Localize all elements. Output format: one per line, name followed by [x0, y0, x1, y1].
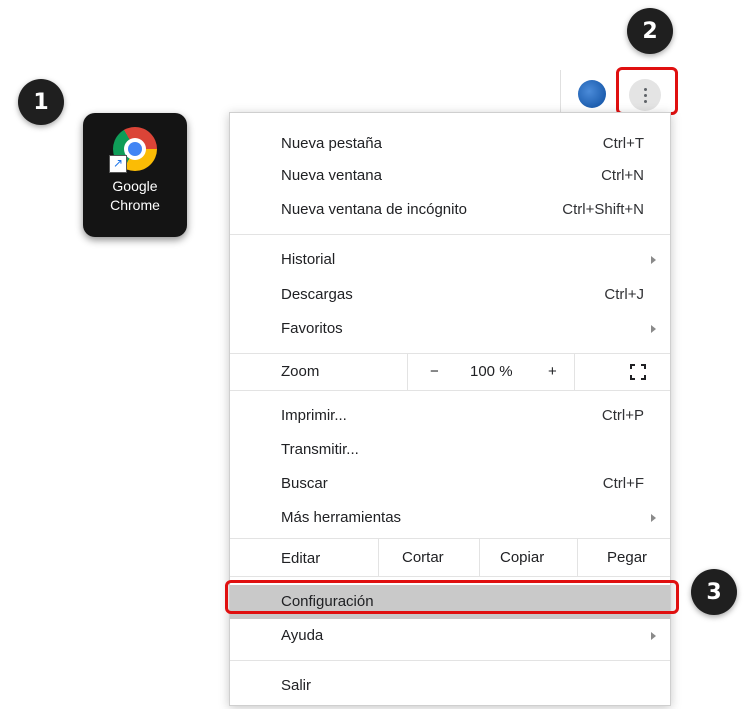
zoom-in-button[interactable]: + [548, 363, 557, 380]
menu-item-historial[interactable]: Historial [230, 243, 670, 277]
menu-item-nueva-ventana[interactable]: Nueva ventana Ctrl+N [230, 159, 670, 193]
submenu-arrow-icon [651, 632, 656, 640]
zoom-divider [407, 354, 408, 390]
menu-item-nueva-ventana-incognito[interactable]: Nueva ventana de incógnito Ctrl+Shift+N [230, 193, 670, 227]
step-3-badge: 3 [691, 569, 737, 615]
step-1-badge: 1 [18, 79, 64, 125]
shortcut-arrow-icon: ↗ [109, 155, 127, 173]
edit-divider [577, 538, 578, 576]
edit-divider [378, 538, 379, 576]
zoom-row: Zoom − 100 % + [230, 354, 670, 390]
menu-item-shortcut: Ctrl+P [601, 407, 644, 424]
menu-item-label: Buscar [281, 475, 328, 492]
zoom-value: 100 % [470, 363, 513, 380]
menu-separator [230, 390, 670, 391]
edit-row: Editar Cortar Copiar Pegar [230, 538, 670, 576]
copy-button[interactable]: Copiar [500, 549, 544, 566]
menu-item-shortcut: Ctrl+T [602, 135, 644, 152]
menu-item-favoritos[interactable]: Favoritos [230, 312, 670, 346]
menu-item-imprimir[interactable]: Imprimir... Ctrl+P [230, 399, 670, 433]
edit-divider [479, 538, 480, 576]
menu-separator [230, 234, 670, 235]
step-2-badge: 2 [627, 8, 673, 54]
menu-item-label: Más herramientas [281, 509, 402, 526]
desktop-shortcut-label: Google Chrome [110, 178, 160, 213]
chrome-logo-icon: ↗ [109, 127, 157, 173]
chrome-main-menu: Nueva pestaña Ctrl+T Nueva ventana Ctrl+… [229, 112, 671, 706]
menu-item-shortcut: Ctrl+N [601, 167, 644, 184]
menu-item-transmitir[interactable]: Transmitir... [230, 433, 670, 467]
menu-item-mas-herramientas[interactable]: Más herramientas [230, 501, 670, 535]
menu-item-descargas[interactable]: Descargas Ctrl+J [230, 278, 670, 312]
zoom-out-button[interactable]: − [430, 363, 439, 380]
zoom-divider [574, 354, 575, 390]
menu-item-nueva-pestana[interactable]: Nueva pestaña Ctrl+T [230, 127, 670, 161]
submenu-arrow-icon [651, 514, 656, 522]
submenu-arrow-icon [651, 325, 656, 333]
chrome-desktop-shortcut[interactable]: ↗ Google Chrome [83, 113, 187, 237]
kebab-highlight-box [616, 67, 678, 115]
menu-item-label: Transmitir... [281, 441, 359, 458]
menu-separator [230, 660, 670, 661]
menu-item-ayuda[interactable]: Ayuda [230, 619, 670, 653]
menu-item-buscar[interactable]: Buscar Ctrl+F [230, 467, 670, 501]
submenu-arrow-icon [651, 256, 656, 264]
menu-item-label: Ayuda [281, 627, 324, 644]
menu-item-shortcut: Ctrl+Shift+N [562, 201, 644, 218]
configuracion-highlight-box [225, 580, 679, 614]
cut-button[interactable]: Cortar [402, 549, 444, 566]
menu-item-label: Nueva ventana de incógnito [281, 201, 467, 218]
menu-item-shortcut: Ctrl+J [604, 286, 644, 303]
menu-item-label: Historial [281, 251, 336, 268]
menu-item-label: Descargas [281, 286, 353, 303]
menu-item-salir[interactable]: Salir [230, 669, 670, 703]
menu-item-label: Salir [281, 677, 312, 694]
menu-item-label: Favoritos [281, 320, 343, 337]
fullscreen-icon[interactable] [630, 364, 646, 380]
paste-button[interactable]: Pegar [607, 549, 647, 566]
profile-avatar-icon[interactable] [578, 80, 606, 108]
menu-item-label: Imprimir... [281, 407, 347, 424]
menu-item-label: Nueva pestaña [281, 135, 382, 152]
edit-label: Editar [281, 550, 321, 567]
zoom-label: Zoom [281, 363, 320, 380]
menu-item-shortcut: Ctrl+F [602, 475, 644, 492]
menu-separator [230, 576, 670, 577]
menu-item-label: Nueva ventana [281, 167, 382, 184]
